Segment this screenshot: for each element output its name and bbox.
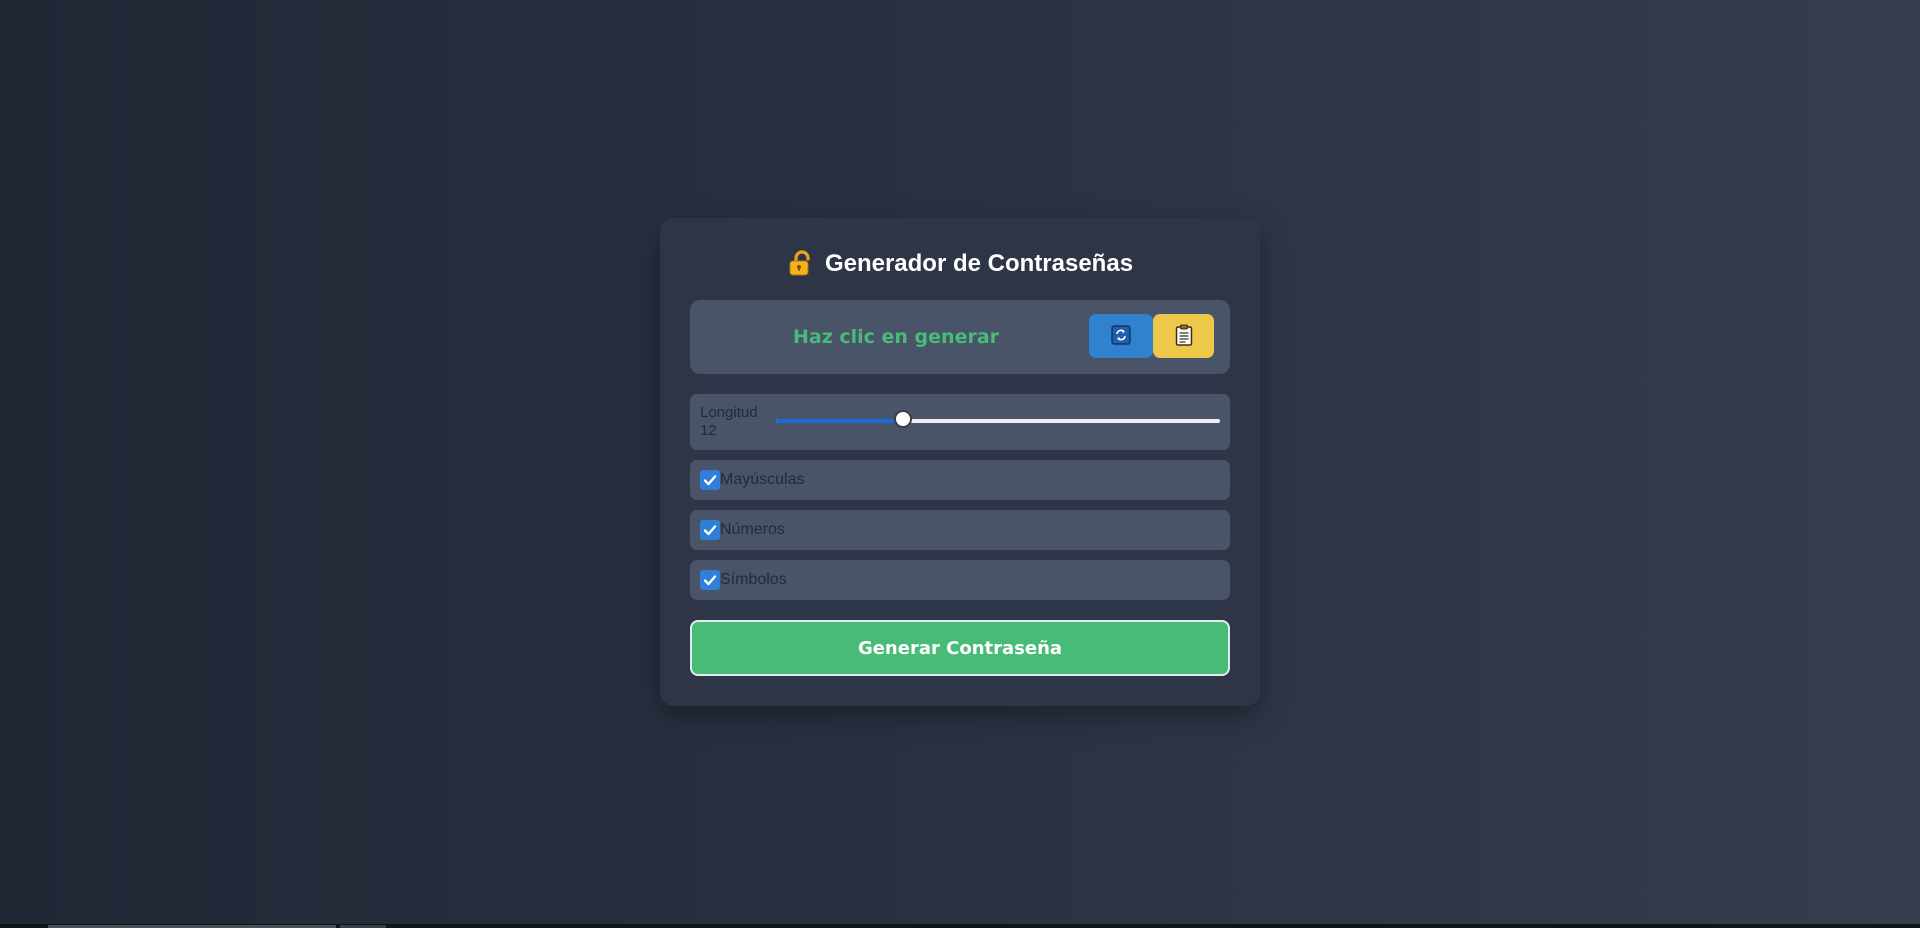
uppercase-label: Mayúsculas <box>720 471 805 488</box>
uppercase-checkbox[interactable] <box>700 470 720 490</box>
length-slider[interactable] <box>776 410 1220 428</box>
length-value: 12 <box>700 422 717 439</box>
refresh-button[interactable] <box>1089 314 1153 358</box>
copy-button[interactable] <box>1153 314 1214 358</box>
length-slider-thumb[interactable] <box>893 410 912 428</box>
password-generator-card: Generador de Contraseñas Haz clic en gen… <box>660 218 1260 706</box>
header: Generador de Contraseñas <box>660 250 1260 278</box>
length-label-group: Longitud 12 <box>700 404 758 440</box>
length-control: Longitud 12 <box>690 394 1230 450</box>
checkmark-icon <box>703 575 717 586</box>
page-title: Generador de Contraseñas <box>824 250 1134 277</box>
symbols-checkbox[interactable] <box>700 570 720 590</box>
refresh-icon <box>1111 324 1131 348</box>
checkmark-icon <box>703 475 717 486</box>
option-uppercase[interactable]: Mayúsculas <box>690 460 1230 500</box>
length-label: Longitud <box>700 404 758 421</box>
option-numbers[interactable]: Números <box>690 510 1230 550</box>
checkmark-icon <box>703 525 717 536</box>
password-output-panel: Haz clic en generar <box>690 300 1230 374</box>
clipboard-icon <box>1174 324 1194 349</box>
taskbar <box>0 924 1920 928</box>
password-output-text[interactable]: Haz clic en generar <box>690 300 1102 374</box>
generate-password-button[interactable]: Generar Contraseña <box>690 620 1230 676</box>
length-slider-fill <box>776 419 903 423</box>
option-symbols[interactable]: Símbolos <box>690 560 1230 600</box>
locked-padlock-icon <box>787 250 815 278</box>
symbols-label: Símbolos <box>720 571 787 588</box>
numbers-label: Números <box>720 521 785 538</box>
numbers-checkbox[interactable] <box>700 520 720 540</box>
